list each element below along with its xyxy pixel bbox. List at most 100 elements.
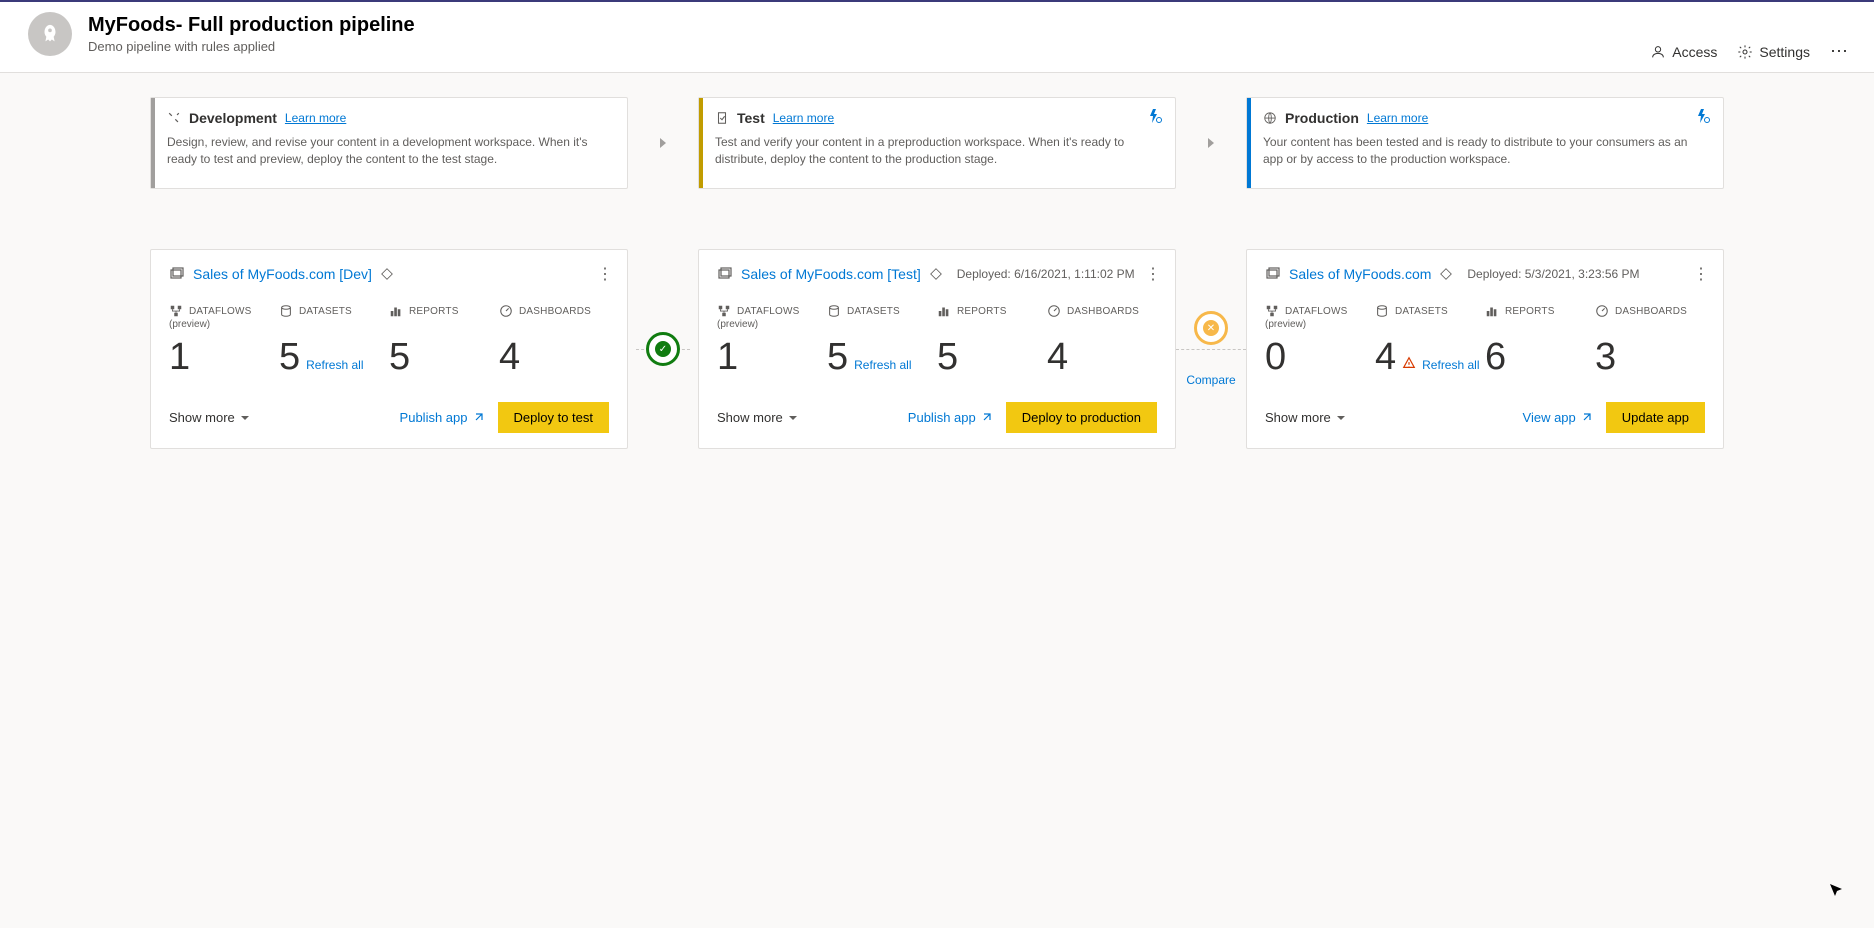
header-text: MyFoods- Full production pipeline Demo p… <box>88 14 415 54</box>
stage-settings-button[interactable] <box>1695 108 1711 127</box>
deployed-timestamp: Deployed: 5/3/2021, 3:23:56 PM <box>1467 267 1639 281</box>
publish-app-link[interactable]: Publish app <box>908 410 992 425</box>
header-actions: Access Settings ⋯ <box>1650 41 1850 62</box>
rocket-icon <box>39 23 61 45</box>
refresh-all-link[interactable]: Refresh all <box>306 358 363 372</box>
stage-name-test: Test <box>737 110 765 126</box>
diamond-icon <box>1439 267 1453 281</box>
metric-datasets: DATASETS 4Refresh all <box>1375 304 1485 376</box>
stage-settings-button[interactable] <box>1147 108 1163 127</box>
pipeline-row: Development Learn more Design, review, a… <box>150 97 1724 449</box>
metric-dashboards: DASHBOARDS 3 <box>1595 304 1705 376</box>
database-icon <box>827 304 841 318</box>
stage-column-prod: Production Learn more Your content has b… <box>1246 97 1724 449</box>
lightning-gear-icon <box>1147 108 1163 124</box>
database-icon <box>279 304 293 318</box>
diamond-icon <box>380 267 394 281</box>
page-subtitle: Demo pipeline with rules applied <box>88 39 415 54</box>
metric-dashboards: DASHBOARDS 4 <box>1047 304 1157 376</box>
workspace-icon <box>717 266 733 282</box>
chevron-down-icon <box>239 412 251 424</box>
external-link-icon <box>472 412 484 424</box>
workspace-card-test: Sales of MyFoods.com [Test] Deployed: 6/… <box>698 249 1176 449</box>
show-more-button[interactable]: Show more <box>717 410 799 425</box>
deploy-to-production-button[interactable]: Deploy to production <box>1006 402 1157 433</box>
cursor-icon <box>1828 882 1844 898</box>
dataflow-icon <box>1265 304 1279 318</box>
dataflow-icon <box>169 304 183 318</box>
metric-datasets: DATASETS 5Refresh all <box>279 304 389 376</box>
metric-dataflows: DATAFLOWS (preview) 1 <box>717 304 827 376</box>
dataflow-icon <box>717 304 731 318</box>
stage-description: Test and verify your content in a prepro… <box>715 134 1159 168</box>
globe-icon <box>1263 111 1277 125</box>
lightning-gear-icon <box>1695 108 1711 124</box>
more-options-button[interactable]: ⋯ <box>1830 41 1850 62</box>
learn-more-link[interactable]: Learn more <box>773 111 834 125</box>
learn-more-link[interactable]: Learn more <box>285 111 346 125</box>
check-icon: ✓ <box>659 344 667 355</box>
stage-card-test: Test Learn more Test and verify your con… <box>698 97 1176 189</box>
view-app-link[interactable]: View app <box>1523 410 1592 425</box>
gauge-icon <box>1595 304 1609 318</box>
main-content: Development Learn more Design, review, a… <box>0 73 1874 489</box>
metric-dashboards: DASHBOARDS 4 <box>499 304 609 376</box>
chevron-down-icon <box>787 412 799 424</box>
diamond-icon <box>929 267 943 281</box>
bar-chart-icon <box>937 304 951 318</box>
bar-chart-icon <box>1485 304 1499 318</box>
stage-name-dev: Development <box>189 110 277 126</box>
chevron-down-icon <box>1335 412 1347 424</box>
metric-dataflows: DATAFLOWS (preview) 1 <box>169 304 279 376</box>
learn-more-link[interactable]: Learn more <box>1367 111 1428 125</box>
metric-reports: REPORTS 6 <box>1485 304 1595 376</box>
stage-description: Your content has been tested and is read… <box>1263 134 1707 168</box>
workspace-link[interactable]: Sales of MyFoods.com [Dev] <box>193 266 372 282</box>
external-link-icon <box>980 412 992 424</box>
compare-link[interactable]: Compare <box>1186 373 1235 387</box>
publish-app-link[interactable]: Publish app <box>400 410 484 425</box>
deployed-timestamp: Deployed: 6/16/2021, 1:11:02 PM <box>957 267 1135 281</box>
refresh-all-link[interactable]: Refresh all <box>1422 358 1479 372</box>
page-header: MyFoods- Full production pipeline Demo p… <box>0 2 1874 73</box>
stage-column-test: Test Learn more Test and verify your con… <box>698 97 1176 449</box>
between-dev-test: ✓ <box>628 97 698 449</box>
workspace-card-dev: Sales of MyFoods.com [Dev] ⋮ DATAFLOWS (… <box>150 249 628 449</box>
settings-button[interactable]: Settings <box>1737 44 1810 60</box>
compare-status-ok[interactable]: ✓ <box>646 332 680 366</box>
refresh-all-link[interactable]: Refresh all <box>854 358 911 372</box>
x-icon: ✕ <box>1207 323 1215 334</box>
access-button[interactable]: Access <box>1650 44 1717 60</box>
metric-reports: REPORTS 5 <box>389 304 499 376</box>
between-test-prod: ✕ Compare <box>1176 97 1246 449</box>
gauge-icon <box>1047 304 1061 318</box>
database-icon <box>1375 304 1389 318</box>
card-more-button[interactable]: ⋮ <box>1693 264 1709 284</box>
stage-description: Design, review, and revise your content … <box>167 134 611 168</box>
clipboard-check-icon <box>715 111 729 125</box>
workspace-icon <box>1265 266 1281 282</box>
person-icon <box>1650 44 1666 60</box>
pipeline-logo <box>28 12 72 56</box>
workspace-link[interactable]: Sales of MyFoods.com [Test] <box>741 266 921 282</box>
tools-icon <box>167 111 181 125</box>
card-more-button[interactable]: ⋮ <box>597 264 613 284</box>
warning-icon <box>1402 356 1416 370</box>
deploy-to-test-button[interactable]: Deploy to test <box>498 402 610 433</box>
workspace-link[interactable]: Sales of MyFoods.com <box>1289 266 1431 282</box>
stage-column-dev: Development Learn more Design, review, a… <box>150 97 628 449</box>
chevron-right-icon <box>1205 137 1217 149</box>
gear-icon <box>1737 44 1753 60</box>
external-link-icon <box>1580 412 1592 424</box>
stage-name-prod: Production <box>1285 110 1359 126</box>
metric-dataflows: DATAFLOWS (preview) 0 <box>1265 304 1375 376</box>
workspace-card-prod: Sales of MyFoods.com Deployed: 5/3/2021,… <box>1246 249 1724 449</box>
update-app-button[interactable]: Update app <box>1606 402 1705 433</box>
show-more-button[interactable]: Show more <box>1265 410 1347 425</box>
show-more-button[interactable]: Show more <box>169 410 251 425</box>
metric-datasets: DATASETS 5Refresh all <box>827 304 937 376</box>
compare-status-diff[interactable]: ✕ <box>1194 311 1228 345</box>
page-title: MyFoods- Full production pipeline <box>88 14 415 37</box>
metric-reports: REPORTS 5 <box>937 304 1047 376</box>
card-more-button[interactable]: ⋮ <box>1145 264 1161 284</box>
